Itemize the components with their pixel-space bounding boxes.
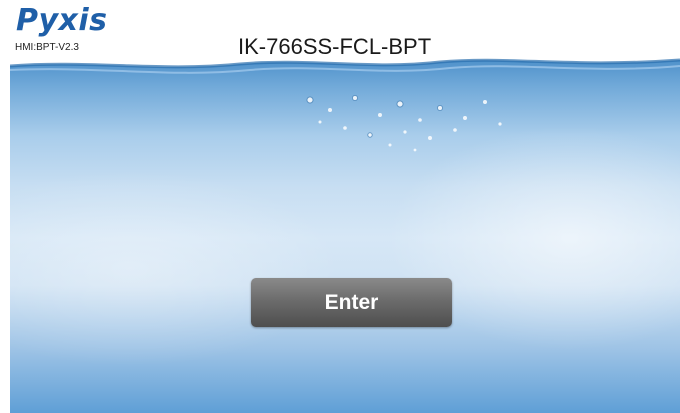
enter-button[interactable]: Enter bbox=[251, 278, 452, 327]
brand-logo: Pyxis bbox=[16, 3, 108, 38]
splash-screen: Pyxis HMI:BPT-V2.3 IK-766SS-FCL-BPT Ente… bbox=[0, 0, 680, 413]
model-title: IK-766SS-FCL-BPT bbox=[238, 34, 432, 59]
version-label: HMI:BPT-V2.3 bbox=[15, 42, 79, 53]
